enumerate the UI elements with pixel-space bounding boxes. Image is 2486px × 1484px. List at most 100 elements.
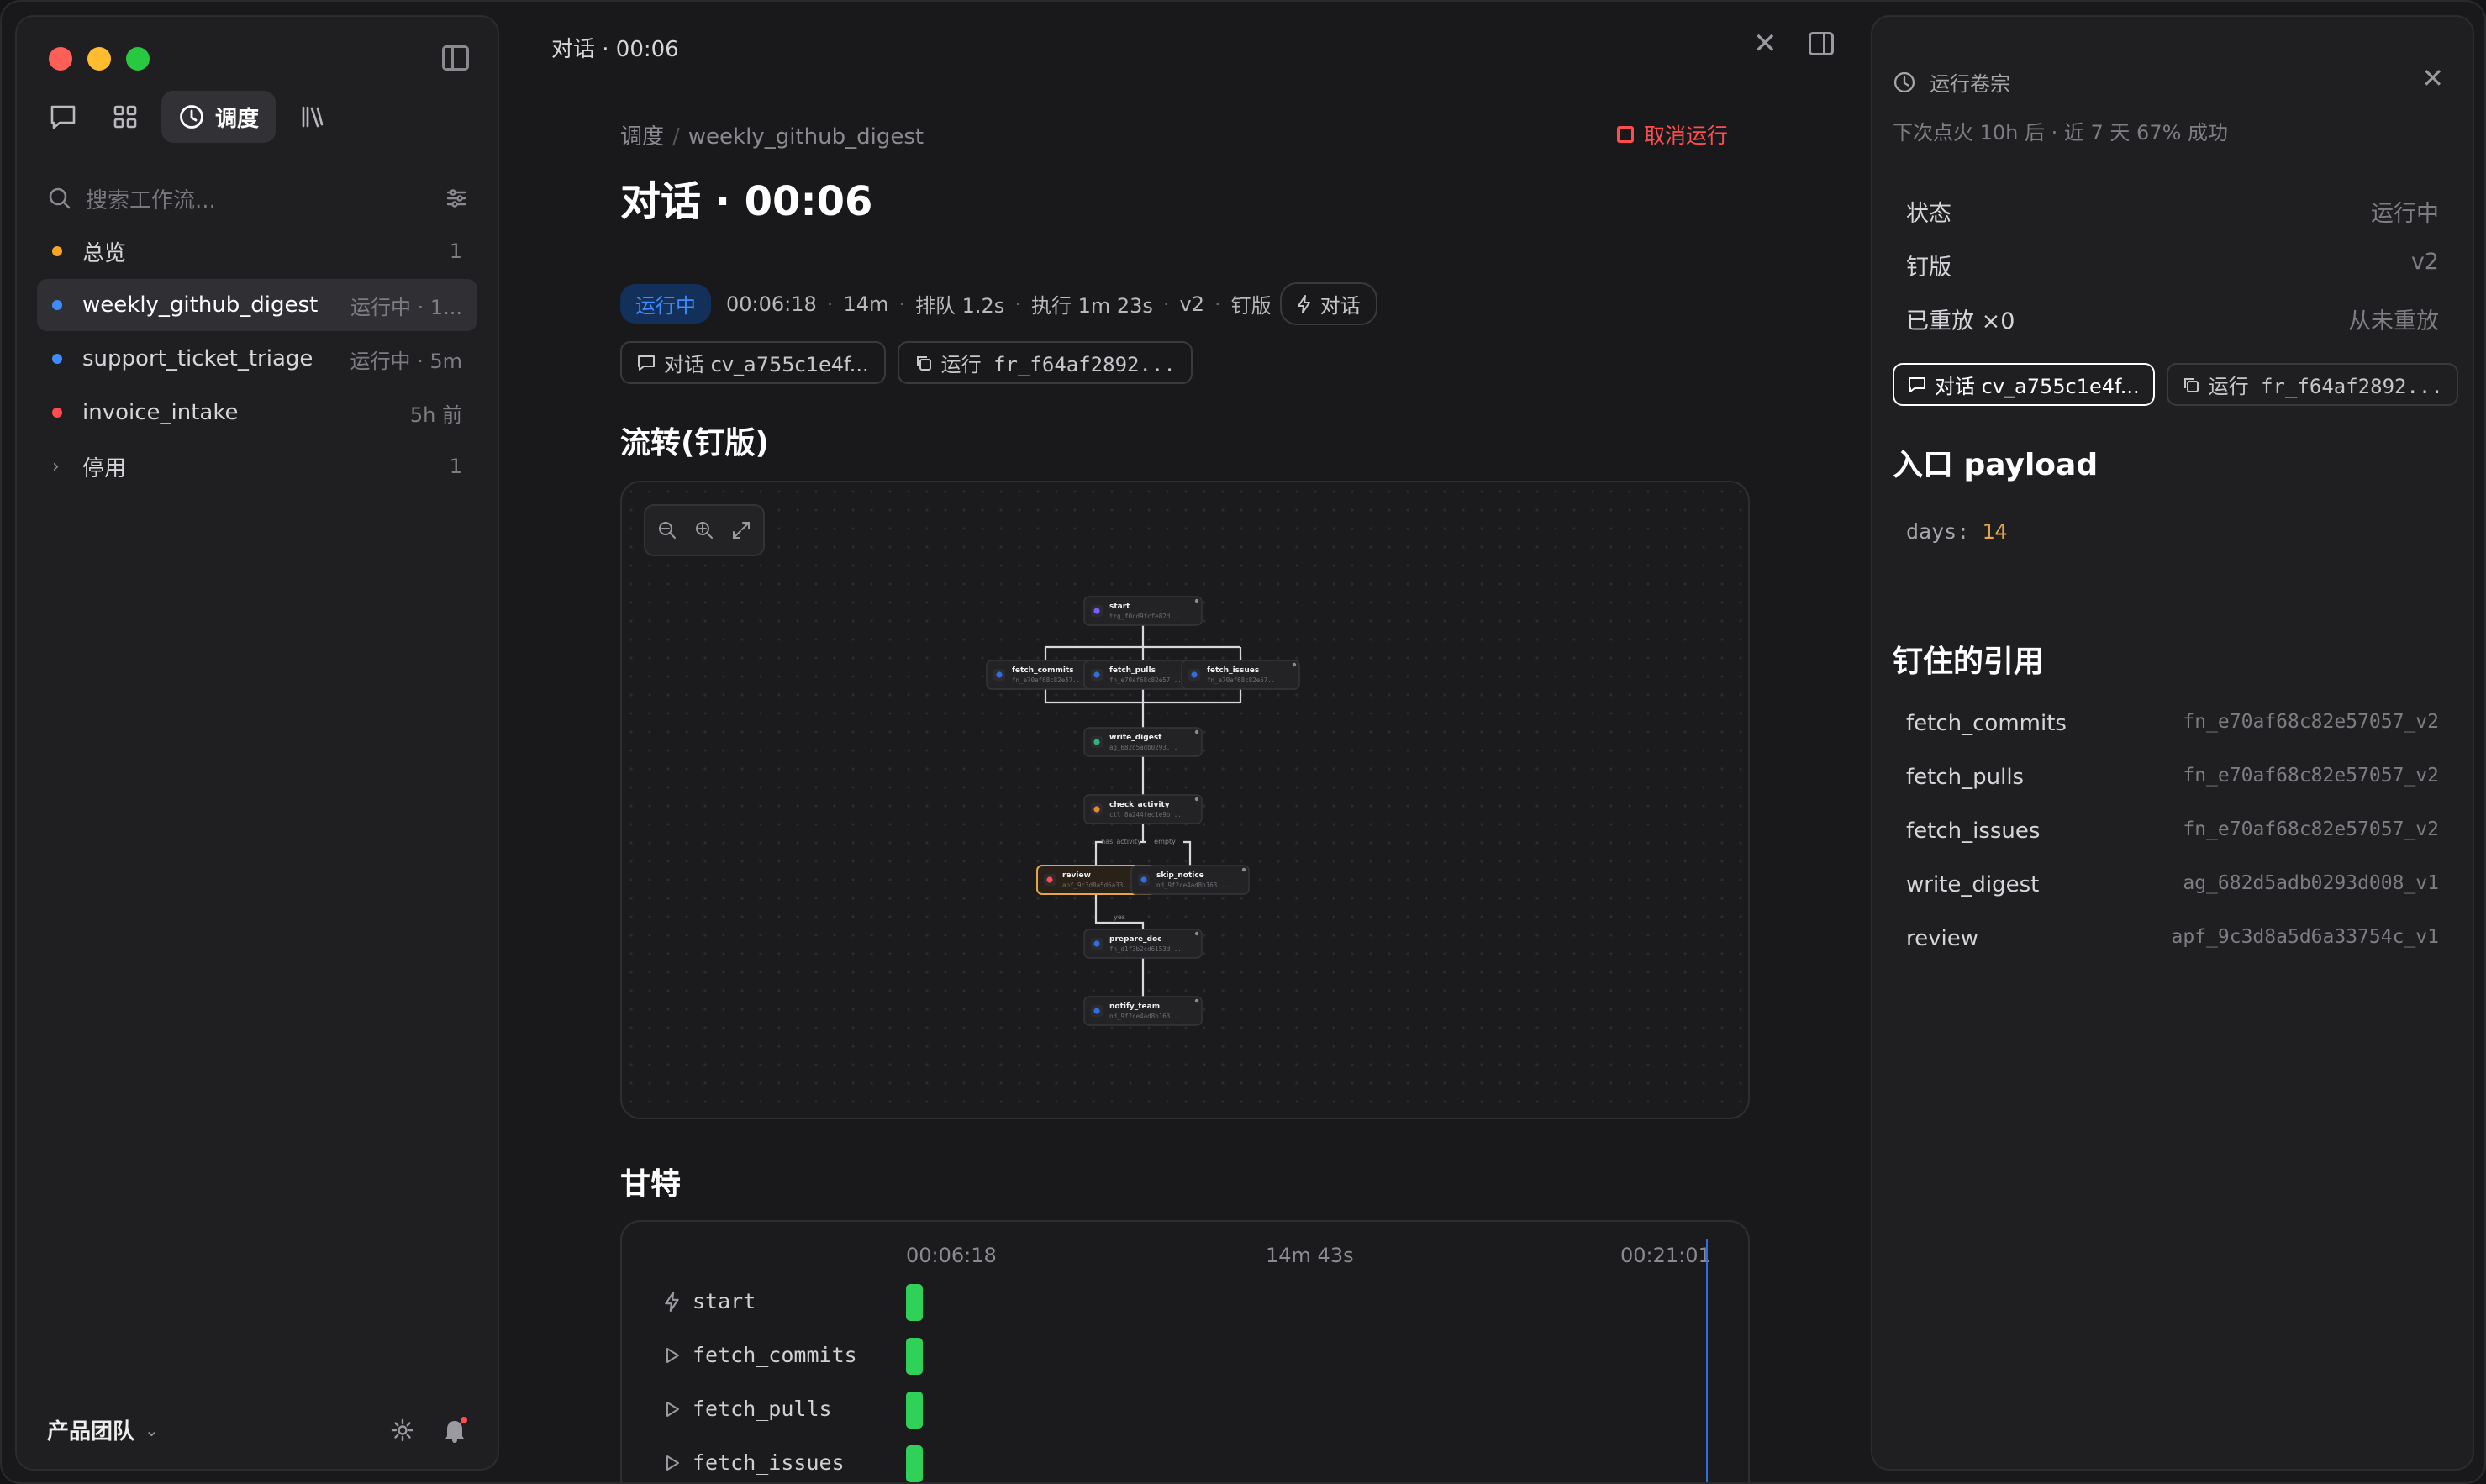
flow-canvas[interactable]: has_activity empty yes start trg_f0cd9fcfe8…	[620, 481, 1750, 1119]
close-icon[interactable]: ✕	[1753, 27, 1778, 61]
schedule-nav-button[interactable]: 调度	[161, 91, 277, 143]
edge-label-empty: empty	[1154, 838, 1176, 845]
flow-node-name: prepare_doc	[1109, 935, 1162, 944]
gear-icon[interactable]	[390, 1418, 415, 1443]
gantt-row[interactable]: fetch_issues	[664, 1450, 845, 1475]
gantt-bar[interactable]	[906, 1284, 923, 1321]
node-type-icon-mark	[1191, 671, 1198, 678]
close-icon[interactable]: ✕	[2421, 62, 2444, 94]
gantt-axis-start: 00:06:18	[906, 1244, 997, 1267]
flow-node-skip-notice[interactable]: skip_noticend_9f2ce4ad8b163...	[1130, 865, 1250, 895]
gantt-row[interactable]: start	[664, 1289, 756, 1313]
panel-title: 运行卷宗	[1930, 72, 2010, 96]
kv-replay: 已重放 ×0 从未重放	[1906, 303, 2439, 335]
queue-time: 排队 1.2s	[915, 294, 1005, 318]
workflow-search[interactable]: 搜索工作流...	[47, 182, 467, 215]
workflow-item-support-ticket-triage[interactable]: support_ticket_triage 运行中 · 5m	[37, 333, 477, 385]
team-switcher[interactable]: 产品团队	[47, 1414, 134, 1445]
run-ref-label: 运行 fr_f64af2892...	[940, 353, 1176, 376]
pinned-ref-row[interactable]: write_digest ag_682d5adb0293d008_v1	[1906, 872, 2439, 897]
kv-key: 已重放 ×0	[1906, 308, 2015, 334]
flow-node-check-activity[interactable]: check_activity ctl_8a244fec1e9b...	[1083, 794, 1203, 824]
nav-tabs: 调度	[37, 91, 338, 143]
pinned-ref-name: fetch_issues	[1906, 818, 2041, 844]
flow-node-name: start	[1109, 603, 1130, 611]
gantt-bar[interactable]	[906, 1445, 923, 1482]
workflow-name: invoice_intake	[82, 400, 239, 425]
pinned-ref-name: fetch_commits	[1906, 711, 2067, 736]
sidebar-footer: 产品团队 ⌄	[47, 1414, 467, 1445]
pinned-ref-row[interactable]: review apf_9c3d8a5d6a33754c_v1	[1906, 926, 2439, 951]
duration: 14m	[843, 292, 889, 316]
flow-node-start[interactable]: start trg_f0cd9fcfe82d...	[1083, 596, 1203, 626]
pinned-ref-id: apf_9c3d8a5d6a33754c_v1	[2171, 926, 2440, 948]
gantt-row-label: fetch_issues	[693, 1450, 845, 1475]
flow-node-write-digest[interactable]: write_digest ag_682d5adb0293...	[1083, 727, 1203, 757]
play-icon	[666, 1455, 679, 1471]
status-dot	[52, 300, 62, 310]
flow-node-name: fetch_issues	[1207, 666, 1259, 675]
gantt-now-line	[1706, 1239, 1708, 1482]
library-nav-button[interactable]	[286, 91, 338, 143]
bell-icon[interactable]	[442, 1416, 467, 1444]
gantt-row[interactable]: fetch_pulls	[664, 1397, 832, 1421]
pinned-ref-row[interactable]: fetch_issues fn_e70af68c82e57057_v2	[1906, 818, 2439, 844]
conversation-ref-chip[interactable]: 对话 cv_a755c1e4f...	[1893, 363, 2155, 406]
sidebar-toggle-icon[interactable]	[442, 45, 469, 71]
kv-pinned-version: 钉版 v2	[1906, 249, 2439, 282]
gantt-bar[interactable]	[906, 1392, 923, 1429]
trigger-label: 对话	[1319, 294, 1361, 318]
version: v2	[1179, 292, 1205, 316]
flow-node-id: fn_e70af68c82e57...	[1207, 676, 1279, 684]
workflow-item-invoice-intake[interactable]: invoice_intake 5h 前	[37, 387, 477, 439]
workflow-item-weekly-github-digest[interactable]: weekly_github_digest 运行中 · 1...	[37, 279, 477, 331]
flow-node-id: fn_e70af68c82e57...	[1012, 676, 1084, 684]
edge-label-yes: yes	[1114, 913, 1125, 921]
separator-dot: ·	[1162, 292, 1170, 316]
payload-number: 14	[1982, 519, 2008, 544]
close-window-button[interactable]	[49, 47, 72, 71]
workflow-item-overview[interactable]: 总览 1	[37, 225, 477, 277]
workflow-group-disabled[interactable]: › 停用 1	[37, 440, 477, 492]
pinned-ref-row[interactable]: fetch_commits fn_e70af68c82e57057_v2	[1906, 711, 2439, 736]
chevron-right-icon: ›	[52, 455, 60, 477]
breadcrumb-root[interactable]: 调度	[620, 124, 664, 150]
payload-key: days:	[1906, 519, 1970, 544]
apps-nav-button[interactable]	[99, 91, 151, 143]
run-stats: 运行中 00:06:18 · 14m · 排队 1.2s · 执行 1m 23s…	[620, 282, 1377, 325]
chat-nav-button[interactable]	[37, 91, 89, 143]
trigger-badge[interactable]: 对话	[1279, 282, 1377, 325]
flow-node-id: ag_682d5adb0293...	[1109, 744, 1177, 751]
kv-key: 钉版	[1906, 255, 1951, 281]
payload-value: days: 14	[1906, 519, 2007, 544]
minimize-window-button[interactable]	[87, 47, 111, 71]
cancel-run-button[interactable]: 取消运行	[1617, 119, 1728, 150]
flow-node-prepare-doc[interactable]: prepare_docfn_d1f3b2cd6153d...	[1083, 929, 1203, 959]
run-ref-chip[interactable]: 运行 fr_f64af2892...	[897, 341, 1193, 384]
run-ref-chip[interactable]: 运行 fr_f64af2892...	[2166, 363, 2458, 406]
flow-node-fetch-issues[interactable]: fetch_issuesfn_e70af68c82e57...	[1181, 660, 1300, 690]
gantt-row-label: fetch_pulls	[693, 1397, 832, 1421]
filter-icon[interactable]	[445, 188, 467, 208]
toggle-right-panel-icon[interactable]	[1809, 32, 1834, 55]
flow-node-notify-team[interactable]: notify_team nd_9f2ce4ad8b163...	[1083, 996, 1203, 1026]
search-input[interactable]: 搜索工作流...	[86, 183, 216, 214]
schedule-nav-label: 调度	[215, 106, 260, 132]
node-type-icon-mark	[1093, 1008, 1100, 1014]
chevron-down-icon[interactable]: ⌄	[145, 1420, 159, 1440]
conversation-ref-label: 对话 cv_a755c1e4f...	[664, 353, 869, 376]
pinned-ref-id: fn_e70af68c82e57057_v2	[2183, 765, 2439, 787]
gantt-row[interactable]: fetch_commits	[664, 1343, 857, 1367]
node-status-dot	[1194, 998, 1199, 1003]
breadcrumb-current[interactable]: weekly_github_digest	[688, 124, 924, 150]
workflow-meta: 运行中 · 1...	[350, 295, 462, 319]
gantt-bar[interactable]	[906, 1338, 923, 1375]
panel-references: 对话 cv_a755c1e4f... 运行 fr_f64af2892...	[1893, 363, 2458, 406]
conversation-ref-chip[interactable]: 对话 cv_a755c1e4f...	[620, 341, 886, 384]
node-status-dot	[1194, 729, 1199, 734]
pinned-ref-row[interactable]: fetch_pulls fn_e70af68c82e57057_v2	[1906, 765, 2439, 790]
search-icon	[49, 187, 71, 209]
gantt-chart: 00:06:18 14m 43s 00:21:01 start fetch_co…	[620, 1220, 1750, 1482]
run-dossier-panel: 运行卷宗 ✕ 下次点火 10h 后 · 近 7 天 67% 成功 状态 运行中 …	[1871, 15, 2474, 1471]
maximize-window-button[interactable]	[126, 47, 150, 71]
